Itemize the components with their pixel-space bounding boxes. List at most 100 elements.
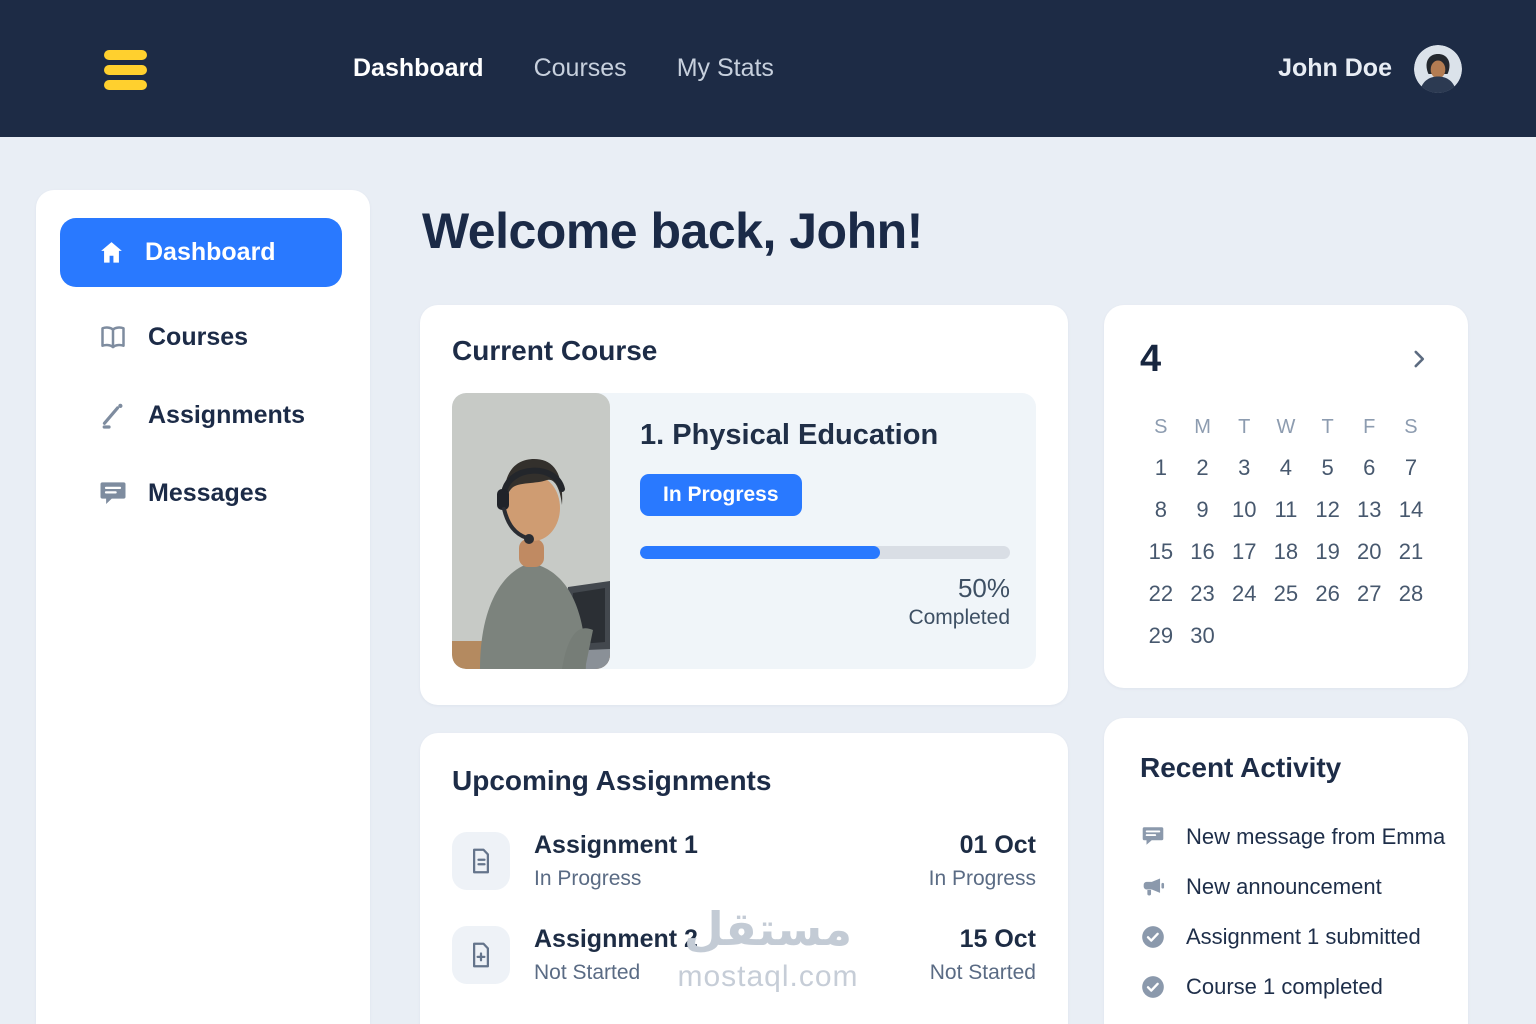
check-circle-icon [1140, 924, 1166, 950]
assignment-row[interactable]: Assignment 2 Not Started 15 Oct Not Star… [452, 925, 1036, 985]
calendar-date[interactable]: 15 [1140, 531, 1182, 573]
calendar-date[interactable]: 18 [1265, 531, 1307, 573]
progress-bar [640, 546, 1010, 559]
activity-text: Course 1 completed [1186, 974, 1383, 999]
calendar-date[interactable]: 6 [1348, 447, 1390, 489]
sidebar: Dashboard Courses Assignments Messages [36, 190, 370, 1024]
activity-list: New message from Emma New announcement A… [1140, 812, 1445, 1012]
calendar-day-header: T [1238, 415, 1251, 438]
status-badge: In Progress [640, 474, 802, 516]
nav-link-my-stats[interactable]: My Stats [677, 54, 774, 83]
sidebar-item-label: Dashboard [145, 238, 276, 266]
upcoming-assignments-card: Upcoming Assignments Assignment 1 In Pro… [420, 733, 1068, 1024]
calendar-day-header: S [1404, 415, 1418, 438]
sidebar-item-label: Messages [148, 478, 268, 507]
calendar-date[interactable]: 12 [1307, 489, 1349, 531]
calendar-date[interactable]: 9 [1182, 489, 1224, 531]
sidebar-item-courses[interactable]: Courses [60, 309, 346, 365]
assignment-due-date: 01 Oct [959, 831, 1036, 859]
activity-item[interactable]: New message from Emma [1140, 812, 1445, 862]
nav-link-dashboard[interactable]: Dashboard [353, 54, 484, 83]
assignment-row[interactable]: Assignment 1 In Progress 01 Oct In Progr… [452, 831, 1036, 891]
calendar-day-header: W [1276, 415, 1296, 438]
calendar-date[interactable]: 22 [1140, 573, 1182, 615]
calendar-date[interactable]: 4 [1265, 447, 1307, 489]
check-circle-icon [1140, 974, 1166, 1000]
calendar-next-button[interactable] [1406, 346, 1432, 372]
activity-text: New message from Emma [1186, 824, 1446, 849]
calendar-date[interactable]: 1 [1140, 447, 1182, 489]
calendar-date[interactable]: 19 [1307, 531, 1349, 573]
calendar-date[interactable]: 30 [1182, 615, 1224, 657]
calendar-day-header: T [1321, 415, 1334, 438]
calendar-day-header: M [1194, 415, 1211, 438]
chevron-right-icon [1406, 346, 1432, 372]
course-info: 1. Physical Education In Progress 50% Co… [610, 393, 1036, 669]
assignment-due-date: 15 Oct [959, 925, 1036, 953]
assignment-status: In Progress [534, 867, 642, 890]
progress-percent: 50% [957, 573, 1010, 603]
activity-text: Assignment 1 submitted [1186, 924, 1421, 949]
calendar-date[interactable]: 2 [1182, 447, 1224, 489]
calendar-date[interactable]: 29 [1140, 615, 1182, 657]
calendar-grid: S M T W T F S 1 2 3 4 5 6 7 8 9 10 11 12… [1140, 407, 1432, 657]
assignment-name: Assignment 1 [534, 831, 698, 859]
hamburger-icon [104, 50, 147, 60]
calendar-date[interactable]: 20 [1348, 531, 1390, 573]
calendar-date[interactable]: 21 [1390, 531, 1432, 573]
calendar-date[interactable]: 23 [1182, 573, 1224, 615]
recent-activity-title: Recent Activity [1140, 752, 1342, 783]
nav-link-courses[interactable]: Courses [534, 54, 627, 83]
assignment-name: Assignment 2 [534, 925, 698, 953]
navbar-links: Dashboard Courses My Stats [353, 0, 774, 137]
calendar-date[interactable]: 13 [1348, 489, 1390, 531]
user-avatar[interactable] [1414, 44, 1462, 93]
activity-item[interactable]: New announcement [1140, 862, 1432, 912]
document-icon [452, 832, 510, 890]
book-icon [98, 322, 128, 352]
calendar-day-header: S [1154, 415, 1168, 438]
chat-icon [1140, 824, 1166, 850]
calendar-date[interactable]: 25 [1265, 573, 1307, 615]
message-icon [98, 478, 128, 508]
calendar-date[interactable]: 17 [1223, 531, 1265, 573]
upcoming-assignments-title: Upcoming Assignments [452, 765, 772, 796]
home-icon [98, 239, 125, 266]
document-plus-icon [452, 926, 510, 984]
current-course-panel[interactable]: 1. Physical Education In Progress 50% Co… [452, 393, 1036, 669]
calendar-date[interactable]: 16 [1182, 531, 1224, 573]
calendar-date[interactable]: 8 [1140, 489, 1182, 531]
page-title: Welcome back, John! [422, 203, 923, 259]
calendar-date[interactable]: 28 [1390, 573, 1432, 615]
calendar-card: 4 S M T W T F S 1 2 3 4 5 6 7 8 9 10 11 … [1104, 305, 1468, 688]
calendar-date[interactable]: 10 [1223, 489, 1265, 531]
calendar-date[interactable]: 7 [1390, 447, 1432, 489]
pencil-icon [98, 400, 128, 430]
top-navbar: Dashboard Courses My Stats John Doe [0, 0, 1536, 137]
calendar-date[interactable]: 3 [1223, 447, 1265, 489]
calendar-day-header: F [1363, 415, 1376, 438]
progress-bar-fill [640, 546, 880, 559]
activity-item[interactable]: Course 1 completed [1140, 962, 1432, 1012]
assignment-due-status: Not Started [929, 961, 1036, 984]
activity-text: New announcement [1186, 874, 1382, 899]
calendar-date[interactable]: 14 [1390, 489, 1432, 531]
activity-item[interactable]: Assignment 1 submitted [1140, 912, 1432, 962]
dashboard-page: Dashboard Courses My Stats John Doe Dash… [0, 0, 1536, 1024]
sidebar-item-label: Courses [148, 322, 249, 351]
calendar-date[interactable]: 27 [1348, 573, 1390, 615]
user-name: John Doe [1278, 54, 1392, 82]
menu-button[interactable] [104, 50, 147, 90]
calendar-date[interactable]: 11 [1265, 489, 1307, 531]
calendar-date[interactable]: 26 [1307, 573, 1349, 615]
navbar-user[interactable]: John Doe [1278, 0, 1462, 137]
assignment-status: Not Started [534, 961, 641, 984]
sidebar-item-assignments[interactable]: Assignments [60, 387, 346, 443]
current-course-card: Current Course 1. Physical Education In … [420, 305, 1068, 705]
course-photo [452, 393, 610, 669]
sidebar-item-dashboard[interactable]: Dashboard [60, 218, 342, 287]
sidebar-item-messages[interactable]: Messages [60, 465, 346, 521]
calendar-date[interactable]: 5 [1307, 447, 1349, 489]
calendar-date[interactable]: 24 [1223, 573, 1265, 615]
course-name: 1. Physical Education [640, 419, 939, 451]
